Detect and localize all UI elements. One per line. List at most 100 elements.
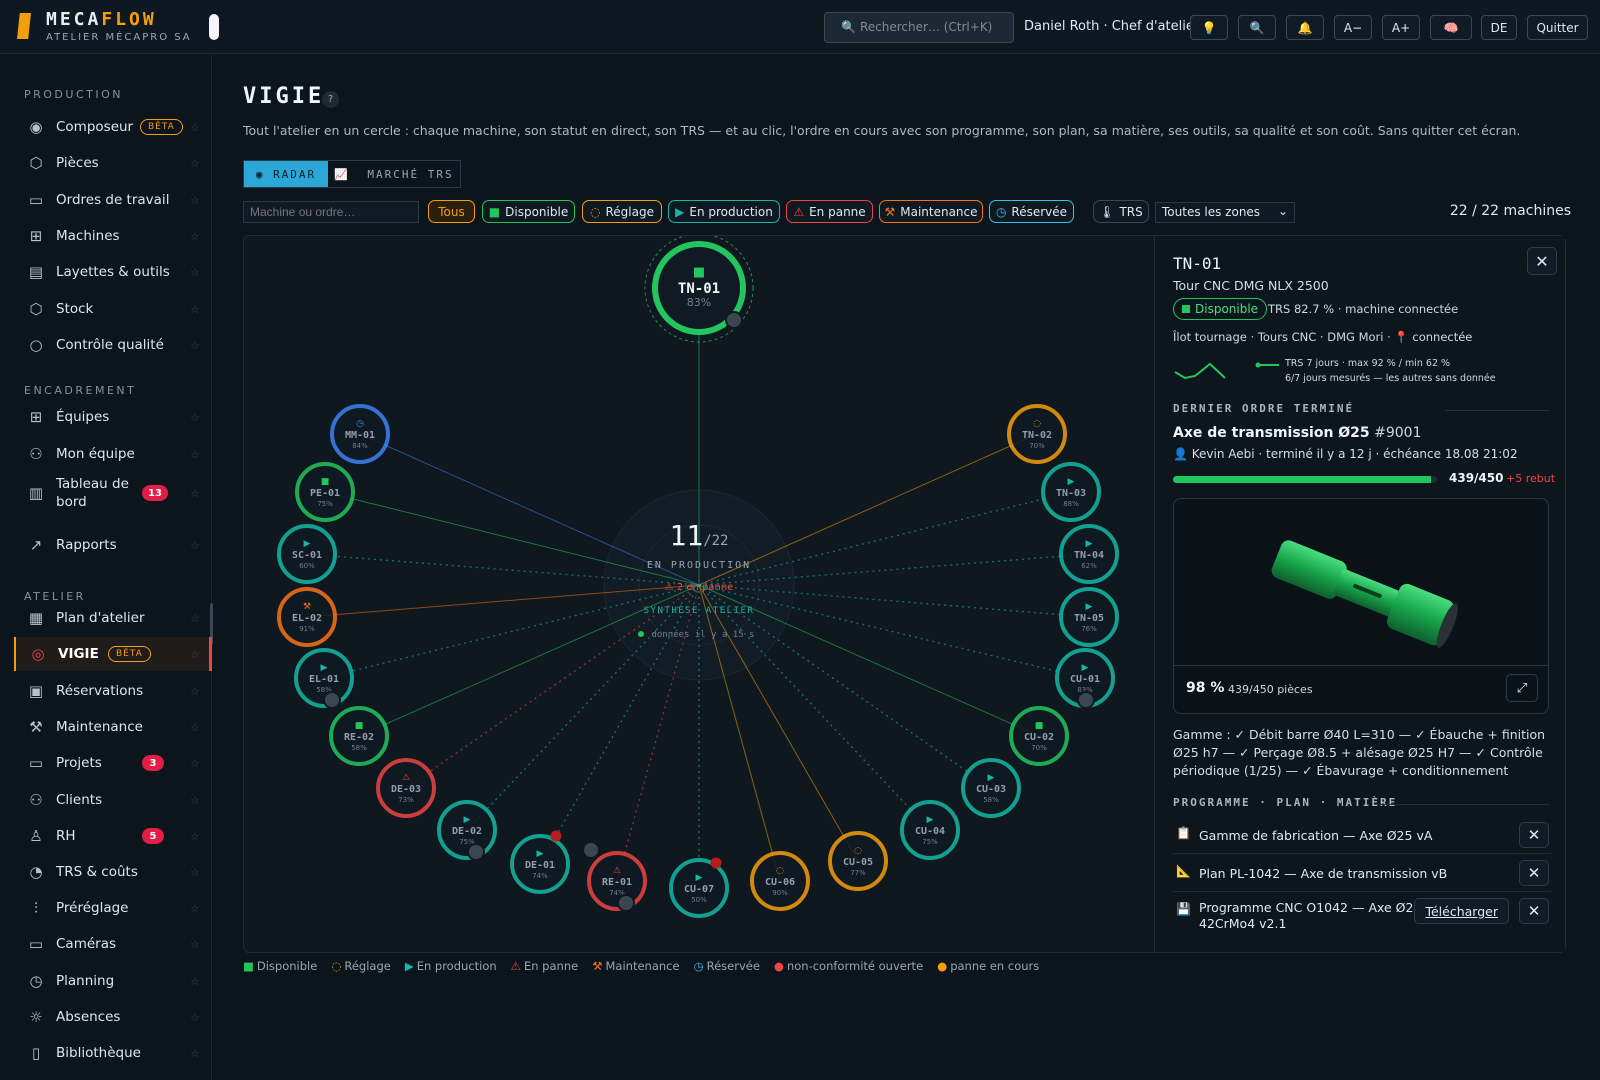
chip-all[interactable]: Tous bbox=[428, 200, 475, 223]
idea-button[interactable]: 💡 bbox=[1190, 15, 1228, 40]
notifications-button[interactable]: 🔔 bbox=[1286, 15, 1324, 40]
language-button[interactable]: DE bbox=[1481, 15, 1517, 40]
sidebar-item-pi-ces[interactable]: ⬡ Pièces ☆ bbox=[14, 146, 212, 180]
star-icon[interactable]: ☆ bbox=[190, 685, 200, 698]
star-icon[interactable]: ☆ bbox=[190, 830, 200, 843]
star-icon[interactable]: ☆ bbox=[190, 157, 200, 170]
sidebar-item-rapports[interactable]: ↗ Rapports ☆ bbox=[14, 528, 212, 562]
star-icon[interactable]: ☆ bbox=[190, 794, 200, 807]
brand-name[interactable]: MECAFLOW bbox=[46, 9, 157, 30]
sidebar-item-clients[interactable]: ⚇ Clients ☆ bbox=[14, 783, 212, 817]
expand-button[interactable]: ⤢ bbox=[1506, 674, 1538, 702]
sidebar-item-pr-r-glage[interactable]: ⫶ Préréglage ☆ bbox=[14, 891, 212, 925]
star-icon[interactable]: ☆ bbox=[190, 612, 200, 625]
star-icon[interactable]: ☆ bbox=[190, 230, 200, 243]
star-icon[interactable]: ☆ bbox=[190, 411, 200, 424]
assistant-button[interactable]: 🧠 bbox=[1430, 15, 1472, 40]
sidebar-item-mon-quipe[interactable]: ⚇ Mon équipe ☆ bbox=[14, 437, 212, 471]
machine-node-de-02[interactable]: ▶DE-0275% bbox=[437, 800, 497, 860]
sidebar-item-trs-co-ts[interactable]: ◔ TRS & coûts ☆ bbox=[14, 855, 212, 889]
part-3d-viewer[interactable]: 98 % 439/450 pièces ⤢ bbox=[1173, 498, 1549, 714]
machine-node-cu-05[interactable]: ◌CU-0577% bbox=[828, 831, 888, 891]
sidebar-item-plan-d-atelier[interactable]: ▦ Plan d'atelier ☆ bbox=[14, 601, 212, 635]
machine-filter-input[interactable] bbox=[243, 201, 419, 223]
machine-node-re-01[interactable]: ⚠RE-0174% bbox=[587, 851, 647, 911]
remove-doc-button[interactable]: ✕ bbox=[1519, 860, 1549, 886]
chip-setup[interactable]: ◌ Réglage bbox=[582, 200, 662, 223]
star-icon[interactable]: ☆ bbox=[190, 1047, 200, 1060]
order-title[interactable]: Axe de transmission Ø25 #9001 bbox=[1173, 425, 1421, 441]
chip-reserved[interactable]: ◷ Réservée bbox=[989, 200, 1074, 223]
font-larger-button[interactable]: A+ bbox=[1382, 15, 1420, 40]
download-button[interactable]: Télécharger bbox=[1414, 898, 1509, 924]
sidebar-toggle[interactable] bbox=[209, 14, 219, 40]
star-icon[interactable]: ☆ bbox=[190, 266, 200, 279]
star-icon[interactable]: ☆ bbox=[190, 487, 200, 500]
sidebar-item-stock[interactable]: ⬡ Stock ☆ bbox=[14, 292, 212, 326]
doc-row[interactable]: 💾 Programme CNC O1042 — Axe Ø25 42CrMo4 … bbox=[1173, 894, 1551, 931]
machine-node-cu-02[interactable]: ■CU-0270% bbox=[1009, 706, 1069, 766]
font-smaller-button[interactable]: A− bbox=[1334, 15, 1372, 40]
sidebar-item-absences[interactable]: ☼ Absences ☆ bbox=[14, 1000, 212, 1034]
star-icon[interactable]: ☆ bbox=[190, 448, 200, 461]
sidebar-item-contr-le-qualit-[interactable]: ○ Contrôle qualité ☆ bbox=[14, 328, 212, 362]
sidebar-item-vigie[interactable]: ◎ VIGIE BÊTA ☆ bbox=[14, 637, 212, 671]
tab-radar[interactable]: ◉ RADAR bbox=[244, 161, 328, 187]
quit-button[interactable]: Quitter bbox=[1527, 15, 1588, 40]
sidebar-item-composeur[interactable]: ◉ Composeur BÊTA ☆ bbox=[14, 110, 212, 144]
machine-node-cu-06[interactable]: ◌CU-0690% bbox=[750, 851, 810, 911]
doc-row[interactable]: 📋 Gamme de fabrication — Axe Ø25 vA ✕ bbox=[1173, 818, 1551, 854]
close-panel-button[interactable]: ✕ bbox=[1527, 247, 1557, 275]
star-icon[interactable]: ☆ bbox=[190, 1011, 200, 1024]
machine-node-tn-02[interactable]: ◌TN-0270% bbox=[1007, 404, 1067, 464]
machine-node-tn-03[interactable]: ▶TN-0388% bbox=[1041, 462, 1101, 522]
machine-node-re-02[interactable]: ■RE-0258% bbox=[329, 706, 389, 766]
doc-row[interactable]: 📐 Plan PL-1042 — Axe de transmission vB … bbox=[1173, 856, 1551, 892]
machine-node-pe-01[interactable]: ■PE-0175% bbox=[295, 462, 355, 522]
machine-node-tn-05[interactable]: ▶TN-0576% bbox=[1059, 587, 1119, 647]
chip-trs[interactable]: 🌡 TRS bbox=[1093, 200, 1149, 223]
star-icon[interactable]: ☆ bbox=[190, 121, 200, 134]
sidebar-item-tableau-de-bord[interactable]: ▥ Tableau de bord 13 ☆ bbox=[14, 473, 212, 513]
sidebar-item-maintenance[interactable]: ⚒ Maintenance ☆ bbox=[14, 710, 212, 744]
tab-marche-trs[interactable]: 📈 MARCHÉ TRS bbox=[328, 161, 460, 187]
sidebar-item-planning[interactable]: ◷ Planning ☆ bbox=[14, 964, 212, 998]
machine-node-tn-04[interactable]: ▶TN-0462% bbox=[1059, 524, 1119, 584]
machine-node-cu-07[interactable]: ▶CU-0750% bbox=[669, 858, 729, 918]
sidebar-item-ordres-de-travail[interactable]: ▭ Ordres de travail ☆ bbox=[14, 183, 212, 217]
machine-node-mm-01[interactable]: ◷MM-0184% bbox=[330, 404, 390, 464]
sidebar-item-projets[interactable]: ▭ Projets 3 ☆ bbox=[14, 746, 212, 780]
machine-node-cu-03[interactable]: ▶CU-0358% bbox=[961, 758, 1021, 818]
chip-down[interactable]: ⚠ En panne bbox=[786, 200, 873, 223]
sidebar-item-machines[interactable]: ⊞ Machines ☆ bbox=[14, 219, 212, 253]
star-icon[interactable]: ☆ bbox=[190, 539, 200, 552]
star-icon[interactable]: ☆ bbox=[190, 194, 200, 207]
help-icon[interactable]: ? bbox=[322, 91, 339, 108]
sidebar-item-r-servations[interactable]: ▣ Réservations ☆ bbox=[14, 674, 212, 708]
star-icon[interactable]: ☆ bbox=[190, 648, 200, 661]
sidebar-item--quipes[interactable]: ⊞ Équipes ☆ bbox=[14, 400, 212, 434]
star-icon[interactable]: ☆ bbox=[190, 975, 200, 988]
machine-node-cu-04[interactable]: ▶CU-0475% bbox=[900, 800, 960, 860]
remove-doc-button[interactable]: ✕ bbox=[1519, 898, 1549, 924]
star-icon[interactable]: ☆ bbox=[190, 866, 200, 879]
machine-node-de-01[interactable]: ▶DE-0174% bbox=[510, 834, 570, 894]
remove-doc-button[interactable]: ✕ bbox=[1519, 822, 1549, 848]
chip-maintenance[interactable]: ⚒ Maintenance bbox=[879, 200, 983, 223]
sidebar-item-cam-ras[interactable]: ▭ Caméras ☆ bbox=[14, 927, 212, 961]
machine-node-sc-01[interactable]: ▶SC-0160% bbox=[277, 524, 337, 584]
star-icon[interactable]: ☆ bbox=[190, 339, 200, 352]
chip-production[interactable]: ▶ En production bbox=[668, 200, 780, 223]
zone-select[interactable]: Toutes les zones ⌄ bbox=[1155, 202, 1295, 223]
sidebar-item-layettes-outils[interactable]: ▤ Layettes & outils ☆ bbox=[14, 255, 212, 289]
sidebar-item-rh[interactable]: ♙ RH 5 ☆ bbox=[14, 819, 212, 853]
search-button[interactable]: 🔍 bbox=[1238, 15, 1276, 40]
star-icon[interactable]: ☆ bbox=[190, 721, 200, 734]
machine-node-de-03[interactable]: ⚠DE-0373% bbox=[376, 758, 436, 818]
machine-node-el-02[interactable]: ⚒EL-0291% bbox=[277, 587, 337, 647]
star-icon[interactable]: ☆ bbox=[190, 902, 200, 915]
star-icon[interactable]: ☆ bbox=[190, 757, 200, 770]
star-icon[interactable]: ☆ bbox=[190, 303, 200, 316]
star-icon[interactable]: ☆ bbox=[190, 938, 200, 951]
search-input[interactable]: 🔍 Rechercher… (Ctrl+K) bbox=[824, 12, 1014, 43]
